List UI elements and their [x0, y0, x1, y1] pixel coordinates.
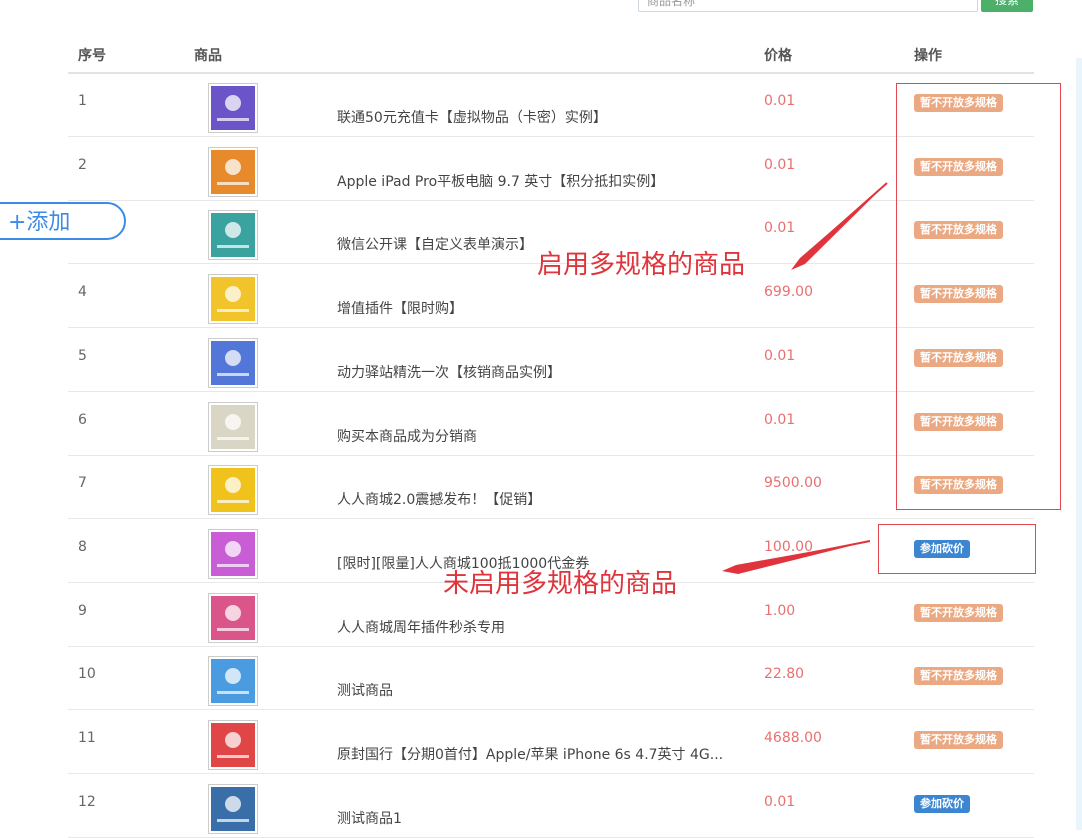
annotation-enabled-specs: 启用多规格的商品: [537, 250, 746, 280]
add-button[interactable]: +添加: [0, 202, 126, 240]
annotation-disabled-specs: 未启用多规格的商品: [443, 569, 678, 599]
annotation-arrows: [722, 182, 888, 574]
